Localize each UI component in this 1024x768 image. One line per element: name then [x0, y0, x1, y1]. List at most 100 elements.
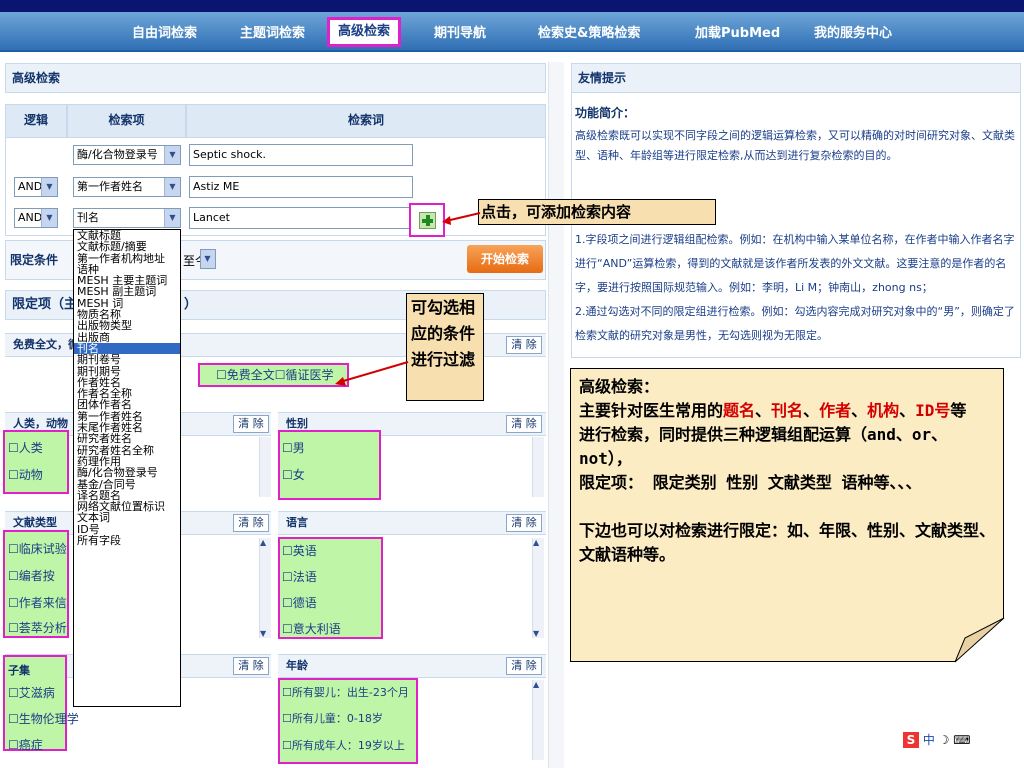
nav-service[interactable]: 我的服务中心 [814, 22, 892, 41]
dropdown-option[interactable]: 研究者姓名 [74, 433, 180, 444]
start-search-button[interactable]: 开始检索 [467, 245, 543, 273]
nav-subject-search[interactable]: 主题词检索 [240, 22, 305, 41]
page-scrollbar[interactable] [548, 62, 564, 768]
dropdown-option[interactable]: 期刊期号 [74, 366, 180, 377]
logic-select-3[interactable]: AND ▼ [14, 208, 58, 228]
nav-free-search[interactable]: 自由词检索 [132, 22, 197, 41]
checkbox-aids[interactable]: ☐艾滋病 [8, 680, 55, 706]
plus-icon [419, 212, 436, 229]
clear-button-language[interactable]: 清 除 [506, 514, 542, 532]
moon-icon[interactable]: ☽ [939, 733, 950, 747]
clear-button-subset[interactable]: 清 除 [233, 657, 269, 675]
checkbox-letter[interactable]: ☐作者来信 [8, 590, 67, 616]
logic-header: 逻辑 [5, 104, 67, 138]
dropdown-option[interactable]: 第一作者机构地址 [74, 253, 180, 264]
checkbox-child[interactable]: ☐所有儿童：0-18岁 [282, 706, 383, 732]
clear-button-doctype[interactable]: 清 除 [233, 514, 269, 532]
dropdown-option[interactable]: 作者姓名 [74, 377, 180, 388]
clear-button-age[interactable]: 清 除 [506, 657, 542, 675]
dropdown-option[interactable]: MESH 副主题词 [74, 286, 180, 297]
dropdown-option[interactable]: 译名题名 [74, 490, 180, 501]
field-dropdown-list[interactable]: 文献标题 文献标题/摘要 第一作者机构地址 语种 MESH 主要主题词 MESH 副主题词… [73, 229, 181, 707]
nav-pubmed[interactable]: 加载PubMed [695, 22, 780, 41]
dropdown-option[interactable]: MESH 词 [74, 298, 180, 309]
func-title: 功能简介： [575, 106, 636, 120]
scroll-down-icon[interactable]: ▼ [533, 629, 539, 638]
term-input-2[interactable]: Astiz ME [189, 176, 413, 198]
dropdown-option[interactable]: 期刊卷号 [74, 354, 180, 365]
logic-select-2[interactable]: AND ▼ [14, 177, 58, 197]
checkbox-female[interactable]: ☐女 [282, 462, 305, 488]
dropdown-option[interactable]: 所有字段 [74, 535, 180, 546]
dropdown-option[interactable]: 基金/合同号 [74, 479, 180, 490]
arrow-icon [442, 212, 481, 225]
checkbox-icon[interactable]: ☐ [216, 368, 227, 382]
scrollbar[interactable] [532, 437, 544, 497]
nav-history[interactable]: 检索史&策略检索 [538, 22, 640, 41]
scroll-up-icon[interactable]: ▲ [260, 538, 266, 547]
dropdown-option[interactable]: 文献标题/摘要 [74, 241, 180, 252]
ime-logo-icon[interactable]: S [903, 732, 919, 748]
dropdown-option[interactable]: 物质名称 [74, 309, 180, 320]
scrollbar[interactable] [259, 437, 271, 497]
checkbox-adult[interactable]: ☐所有成年人：19岁以上 [282, 733, 405, 759]
checkbox-english[interactable]: ☐英语 [282, 538, 317, 564]
checkbox-bioethics[interactable]: ☐生物伦理学 [8, 706, 79, 732]
dropdown-option[interactable]: ID号 [74, 524, 180, 535]
keyboard-icon[interactable]: ⌨ [953, 733, 970, 747]
checkbox-human[interactable]: ☐人类 [8, 435, 43, 461]
clear-button-gender[interactable]: 清 除 [506, 415, 542, 433]
clear-button-species[interactable]: 清 除 [233, 415, 269, 433]
fulltext-options[interactable]: ☐免费全文☐循证医学 [198, 363, 349, 387]
arrow-icon [335, 361, 409, 386]
dropdown-option[interactable]: 药理作用 [74, 456, 180, 467]
dropdown-option[interactable]: 末尾作者姓名 [74, 422, 180, 433]
dropdown-option[interactable]: 出版商 [74, 332, 180, 343]
clear-button-fulltext[interactable]: 清 除 [506, 336, 542, 354]
checkbox-italian[interactable]: ☐意大利语 [282, 616, 341, 642]
term-input-1[interactable]: Septic shock. [189, 144, 413, 166]
scrollbar[interactable]: ▲ ▼ [532, 538, 544, 638]
dropdown-option[interactable]: 作者名全称 [74, 388, 180, 399]
limit-label: 限定条件 [10, 253, 59, 267]
chevron-down-icon: ▼ [164, 209, 180, 227]
dropdown-option[interactable]: 文献标题 [74, 230, 180, 241]
dropdown-option[interactable]: MESH 主要主题词 [74, 275, 180, 286]
scroll-up-icon[interactable]: ▲ [533, 680, 539, 689]
dropdown-option[interactable]: 酶/化合物登录号 [74, 467, 180, 478]
nav-journal[interactable]: 期刊导航 [434, 22, 486, 41]
scroll-down-icon[interactable]: ▼ [260, 629, 266, 638]
nav-advanced-search[interactable]: 高级检索 [327, 17, 401, 47]
checkbox-german[interactable]: ☐德语 [282, 590, 317, 616]
dropdown-option[interactable]: 团体作者名 [74, 399, 180, 410]
dropdown-option[interactable]: 网络文献位置标识 [74, 501, 180, 512]
ime-toolbar[interactable]: S 中 ☽ ⌨ [903, 730, 1024, 750]
dropdown-option[interactable]: 出版物类型 [74, 320, 180, 331]
field-select-2[interactable]: 第一作者姓名 ▼ [73, 177, 181, 197]
field-select-3[interactable]: 刊名 ▼ [73, 208, 181, 228]
year-select[interactable]: ▼ [200, 249, 216, 269]
checkbox-male[interactable]: ☐男 [282, 435, 305, 461]
scrollbar[interactable]: ▲ [532, 680, 544, 760]
field-select-1[interactable]: 酶/化合物登录号 ▼ [73, 145, 181, 165]
ime-lang[interactable]: 中 [923, 733, 935, 747]
dropdown-option[interactable]: 语种 [74, 264, 180, 275]
checkbox-editorial[interactable]: ☐编者按 [8, 563, 55, 589]
checkbox-cancer[interactable]: ☐癌症 [8, 732, 43, 754]
dropdown-option[interactable]: 第一作者姓名 [74, 411, 180, 422]
dropdown-option[interactable]: 研究者姓名全称 [74, 445, 180, 456]
checkbox-french[interactable]: ☐法语 [282, 564, 317, 590]
checkbox-meta-analysis[interactable]: ☐荟萃分析 [8, 615, 67, 635]
checkbox-clinical-trial[interactable]: ☐临床试验 [8, 536, 67, 562]
scrollbar[interactable]: ▲ ▼ [259, 538, 271, 638]
top-bar [0, 0, 1024, 12]
term-input-3[interactable]: Lancet [189, 207, 413, 229]
chevron-down-icon: ▼ [41, 178, 57, 196]
dropdown-option[interactable]: 刊名 [74, 342, 180, 355]
checkbox-icon[interactable]: ☐ [275, 368, 286, 382]
checkbox-animal[interactable]: ☐动物 [8, 462, 43, 488]
dropdown-option[interactable]: 文本词 [74, 512, 180, 523]
advanced-search-title: 高级检索 [5, 63, 546, 93]
checkbox-infant[interactable]: ☐所有婴儿：出生-23个月 [282, 680, 409, 706]
scroll-up-icon[interactable]: ▲ [533, 538, 539, 547]
